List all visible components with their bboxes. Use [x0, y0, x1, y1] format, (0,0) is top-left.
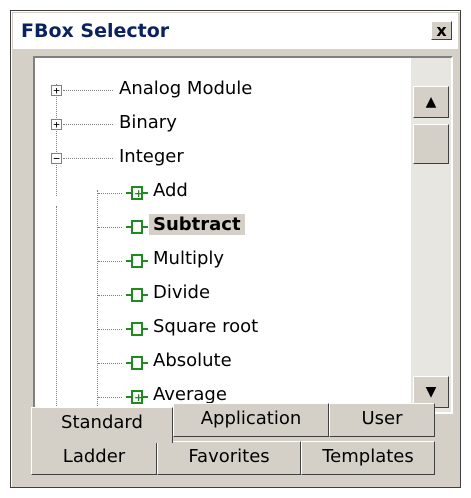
tree-item-divide[interactable]: Divide [35, 282, 405, 312]
fbox-plus-icon: + [126, 390, 148, 404]
tree-node-label: Analog Module [119, 78, 253, 99]
collapse-icon[interactable]: − [51, 153, 62, 164]
scrollbar-thumb[interactable] [413, 124, 449, 164]
tree-item-multiply[interactable]: Multiply [35, 248, 405, 278]
tree-item-label: Absolute [153, 350, 232, 371]
tree-node-label: Integer [119, 146, 184, 167]
tree-node-label: Binary [119, 112, 177, 133]
tree-connector [63, 124, 113, 125]
tree-connector [63, 90, 113, 91]
tree-connector [98, 261, 122, 262]
expand-icon[interactable]: + [51, 85, 62, 96]
tree-item-label: Add [153, 180, 188, 201]
tree-connector [98, 193, 122, 194]
tree-connector [63, 158, 113, 159]
title-bar[interactable]: FBox Selector x [13, 13, 458, 49]
tree-connector [98, 363, 122, 364]
arrow-down-icon: ▼ [425, 384, 437, 400]
tree-item-square-root[interactable]: Square root [35, 316, 405, 346]
tab-templates[interactable]: Templates [301, 441, 435, 475]
tree-panel: + Analog Module + Binary − Integer + Add [33, 56, 453, 414]
tree-item-label-selected: Subtract [149, 214, 245, 235]
tree-node-binary[interactable]: + Binary [35, 112, 405, 142]
tree-item-add[interactable]: + Add [35, 180, 405, 210]
tab-standard[interactable]: Standard [31, 407, 173, 443]
tab-ladder[interactable]: Ladder [31, 441, 157, 475]
arrow-up-icon: ▲ [425, 94, 437, 110]
close-button[interactable]: x [431, 21, 452, 40]
tab-favorites[interactable]: Favorites [157, 441, 301, 475]
tree-connector [98, 227, 122, 228]
tree-item-label: Square root [153, 316, 259, 337]
tree-item-subtract[interactable]: Subtract [35, 214, 405, 244]
scroll-up-button[interactable]: ▲ [413, 86, 449, 118]
tab-application[interactable]: Application [173, 403, 329, 437]
vertical-scrollbar[interactable]: ▲ ▼ [411, 58, 451, 412]
tree-item-label: Multiply [153, 248, 225, 269]
tree-node-analog-module[interactable]: + Analog Module [35, 78, 405, 108]
tab-user[interactable]: User [329, 403, 435, 437]
tree-item-label: Divide [153, 282, 211, 303]
close-icon: x [436, 21, 447, 40]
expand-icon[interactable]: + [51, 119, 62, 130]
tree-connector [98, 329, 122, 330]
tree-node-integer[interactable]: − Integer [35, 146, 405, 176]
fbox-icon [126, 254, 148, 268]
fbox-icon [126, 356, 148, 370]
tree-connector [98, 295, 122, 296]
fbox-icon [126, 220, 148, 234]
tree-connector [98, 397, 122, 398]
fbox-tree[interactable]: + Analog Module + Binary − Integer + Add [35, 58, 409, 412]
tree-item-label: Average [153, 384, 227, 405]
fbox-icon [126, 322, 148, 336]
fbox-selector-window: FBox Selector x + Analog Module + Binary [10, 10, 461, 488]
fbox-plus-icon: + [126, 186, 148, 200]
fbox-icon [126, 288, 148, 302]
tree-item-absolute[interactable]: Absolute [35, 350, 405, 380]
window-title: FBox Selector [21, 20, 170, 42]
